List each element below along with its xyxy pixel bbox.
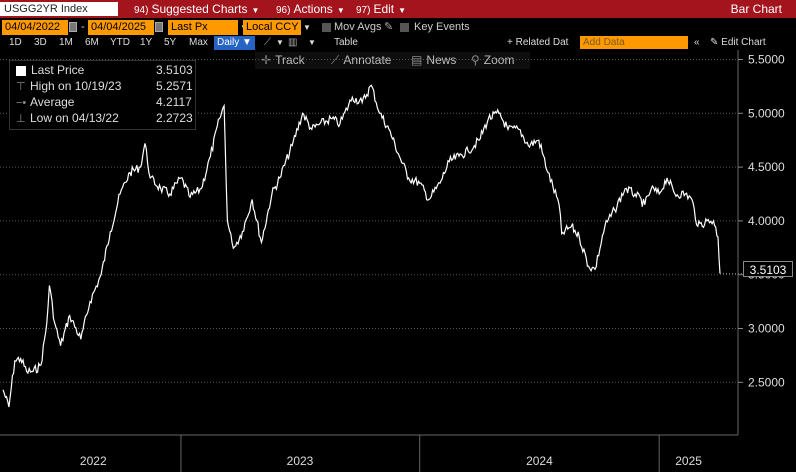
x-axis-ticks: 2022 2023 2024 2025 — [80, 435, 702, 472]
pencil-icon[interactable]: ✎ — [384, 20, 393, 35]
legend-average-value: 4.2117 — [156, 95, 192, 109]
suggested-charts-label: Suggested Charts — [151, 2, 248, 16]
start-date-field[interactable]: 04/04/2022 — [2, 20, 68, 35]
x-tick-label: 2023 — [287, 454, 314, 468]
date-controls-bar: 04/04/2022 - 04/04/2025 Last Px ▼ Local … — [0, 20, 796, 35]
range-1m[interactable]: 1M — [59, 36, 73, 50]
top-menu-bar: USGG2YR Index 94) Suggested Charts ▼ 96) Ac… — [0, 0, 796, 18]
chevron-down-icon: ▼ — [336, 6, 345, 15]
add-data-input[interactable]: Add Data — [580, 36, 688, 49]
frequency-select[interactable]: Daily ▼ — [214, 36, 255, 50]
y-tick-label: 5.0000 — [748, 106, 785, 120]
edit-chart-label: Edit Chart — [721, 37, 766, 48]
chart-type-label: Bar Chart — [730, 2, 782, 16]
y-tick-label: 2.5000 — [748, 375, 785, 389]
suggested-charts-number: 94) — [134, 5, 149, 16]
x-tick-label: 2022 — [80, 454, 107, 468]
edit-chart-button[interactable]: ✎ Edit Chart — [710, 36, 766, 50]
edit-number: 97) — [356, 5, 371, 16]
actions-number: 96) — [276, 5, 291, 16]
suggested-charts-button[interactable]: 94) Suggested Charts ▼ — [134, 0, 259, 18]
legend-average: −• Average 4.2117 — [16, 95, 192, 110]
range-1y[interactable]: 1Y — [140, 36, 152, 50]
low-marker-icon: ⊥ — [16, 113, 26, 125]
chevron-down-icon[interactable]: ▼ — [276, 36, 284, 50]
price-series-line — [2, 84, 721, 408]
frequency-label: Daily — [217, 37, 240, 48]
key-events-checkbox[interactable] — [400, 23, 409, 32]
range-6m[interactable]: 6M — [85, 36, 99, 50]
legend-last-value: 3.5103 — [156, 63, 193, 77]
actions-button[interactable]: 96) Actions ▼ — [276, 0, 345, 18]
actions-label: Actions — [293, 2, 333, 16]
chevron-down-icon: ▼ — [251, 6, 260, 15]
legend-low: ⊥ Low on 04/13/22 2.2723 — [16, 111, 193, 126]
range-ytd[interactable]: YTD — [110, 36, 130, 50]
key-events-label: Key Events — [414, 21, 470, 33]
legend-last-label: Last Price — [31, 63, 85, 77]
legend-high-label: High on 10/19/23 — [30, 79, 122, 93]
high-marker-icon: ⊤ — [16, 81, 26, 93]
legend-low-value: 2.2723 — [156, 111, 193, 125]
chevron-down-icon[interactable]: ▼ — [303, 20, 311, 35]
chevron-down-icon: ▼ — [398, 6, 407, 15]
range-1d[interactable]: 1D — [9, 36, 22, 50]
x-tick-label: 2024 — [526, 454, 553, 468]
y-tick-label: 4.5000 — [748, 160, 785, 174]
line-chart-icon[interactable]: ⟋ — [264, 36, 271, 50]
last-price-axis-label: 3.5103 — [743, 261, 793, 277]
end-date-field[interactable]: 04/04/2025 — [88, 20, 154, 35]
range-bar: 1D 3D 1M 6M YTD 1Y 5Y Max Daily ▼ ⟋ ▼ ▥ … — [0, 36, 796, 50]
currency-select[interactable]: Local CCY — [243, 20, 301, 35]
ticker-input[interactable]: USGG2YR Index — [0, 2, 118, 16]
average-marker-icon: −• — [16, 97, 27, 109]
mov-avgs-checkbox[interactable] — [322, 23, 331, 32]
legend-high-value: 5.2571 — [156, 79, 193, 93]
chevron-down-icon[interactable]: ▼ — [308, 36, 316, 50]
edit-button[interactable]: 97) Edit ▼ — [356, 0, 406, 18]
edit-label: Edit — [373, 2, 395, 16]
related-data-button[interactable]: + Related Dat — [507, 36, 568, 50]
y-tick-label: 4.0000 — [748, 214, 785, 228]
y-axis-ticks: 5.50005.00004.50004.00003.50003.00002.50… — [738, 53, 785, 389]
range-3d[interactable]: 3D — [34, 36, 47, 50]
mov-avgs-label: Mov Avgs — [334, 21, 382, 33]
date-separator: - — [81, 21, 85, 33]
x-tick-label: 2025 — [675, 454, 702, 468]
series-swatch — [16, 65, 26, 76]
legend-low-label: Low on 04/13/22 — [30, 111, 119, 125]
y-tick-label: 3.0000 — [748, 322, 785, 336]
range-max[interactable]: Max — [189, 36, 208, 50]
calendar-icon[interactable] — [155, 22, 163, 32]
legend-average-label: Average — [30, 95, 75, 109]
y-tick-label: 5.5000 — [748, 53, 785, 67]
table-button[interactable]: Table — [334, 36, 358, 50]
legend-last-price: Last Price 3.5103 — [16, 63, 193, 78]
field-select[interactable]: Last Px — [168, 20, 238, 35]
calendar-icon[interactable] — [69, 22, 77, 32]
collapse-icon[interactable]: « — [694, 36, 700, 50]
bar-chart-icon[interactable]: ▥ — [288, 36, 297, 50]
range-5y[interactable]: 5Y — [164, 36, 176, 50]
legend-high: ⊤ High on 10/19/23 5.2571 — [16, 79, 193, 94]
legend-box[interactable]: Last Price 3.5103 ⊤ High on 10/19/23 5.25… — [9, 60, 196, 130]
